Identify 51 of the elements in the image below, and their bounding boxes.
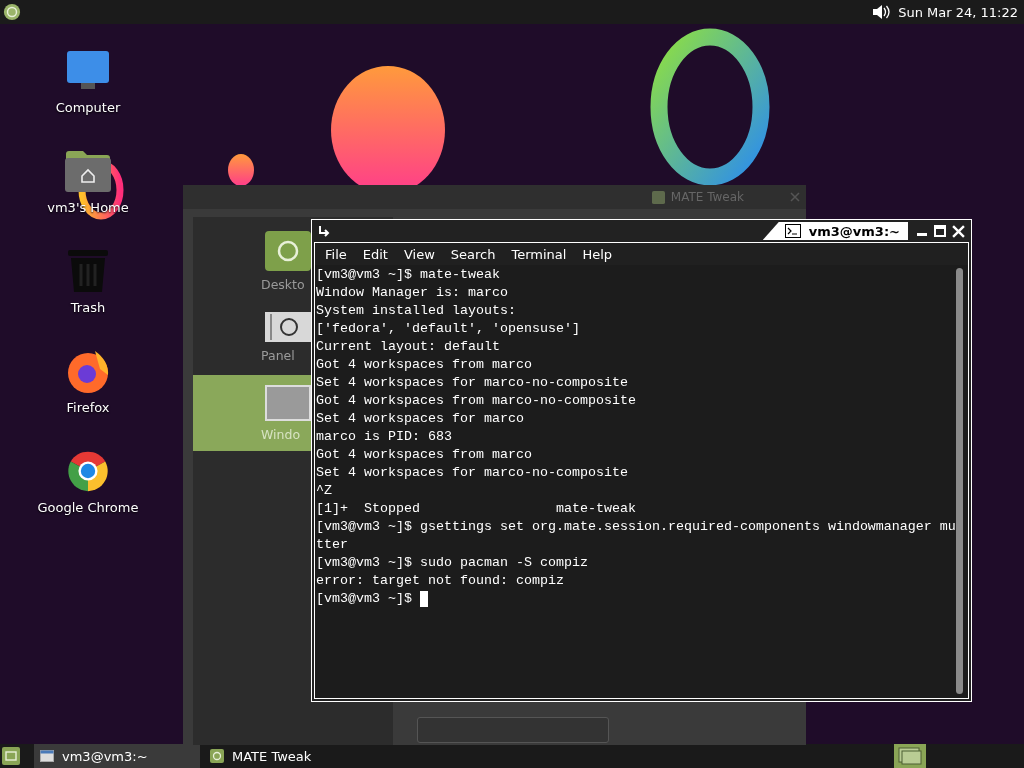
window-settings-icon — [265, 384, 311, 421]
terminal-line: System installed layouts: — [316, 302, 516, 320]
terminal-line: Current layout: default — [316, 338, 500, 356]
terminal-line: marco is PID: 683 — [316, 428, 452, 446]
sidebar-item[interactable]: Panel — [193, 299, 311, 375]
taskbar-button[interactable]: MATE Tweak — [204, 744, 370, 768]
terminal-line: Set 4 workspaces for marco — [316, 410, 524, 428]
home-folder-icon[interactable] — [65, 148, 111, 194]
menu-logo-icon[interactable] — [3, 3, 21, 21]
window-icon — [40, 750, 54, 762]
terminal-line: [1]+ Stopped mate-tweak — [316, 500, 636, 518]
window-menu-icon[interactable] — [318, 225, 330, 237]
firefox-icon[interactable] — [65, 348, 111, 394]
desktop-icon-label[interactable]: Trash — [70, 300, 106, 315]
menu-item[interactable]: Help — [574, 246, 621, 262]
terminal-line: tter — [316, 536, 348, 554]
sidebar-item[interactable]: Deskto — [193, 223, 311, 299]
app-icon — [651, 190, 665, 204]
desktop-icon-label[interactable]: Firefox — [66, 400, 110, 415]
desktop-icon-label[interactable]: Computer — [55, 100, 121, 115]
terminal-line: error: target not found: compiz — [316, 572, 564, 590]
terminal-line: Window Manager is: marco — [316, 284, 508, 302]
workspace-switcher[interactable] — [894, 744, 926, 768]
maximize-icon[interactable] — [934, 225, 946, 237]
app-icon — [210, 749, 224, 763]
terminal-line: Set 4 workspaces for marco-no-composite — [316, 464, 628, 482]
menu-item[interactable]: View — [395, 246, 443, 262]
terminal-icon — [784, 224, 801, 238]
terminal-line: [vm3@vm3 ~]$ sudo pacman -S compiz — [316, 554, 588, 572]
terminal-line: Got 4 workspaces from marco-no-composite — [316, 392, 636, 410]
desktop-icon-label[interactable]: Google Chrome — [37, 500, 139, 515]
terminal-line: Got 4 workspaces from marco — [316, 356, 532, 374]
text-cursor-icon — [420, 591, 428, 607]
panel-settings-icon — [265, 311, 311, 342]
terminal-line: ^Z — [316, 482, 332, 500]
menu-item[interactable]: File — [317, 246, 355, 262]
desktop-settings-icon — [265, 230, 311, 271]
menu-item[interactable]: Terminal — [503, 246, 575, 262]
terminal-line: ['fedora', 'default', 'opensuse'] — [316, 320, 580, 338]
terminal-line: Got 4 workspaces from marco — [316, 446, 532, 464]
terminal-line: [vm3@vm3 ~]$ gsettings set org.mate.session.required-components windowmanager mu — [316, 518, 956, 536]
terminal-line: [vm3@vm3 ~]$ — [316, 590, 413, 608]
menu-item[interactable]: Edit — [354, 246, 396, 262]
window-title: vm3@vm3:~ — [808, 223, 900, 239]
volume-icon[interactable] — [872, 4, 891, 20]
terminal-line: Set 4 workspaces for marco-no-composite — [316, 374, 628, 392]
taskbar-button-active[interactable]: vm3@vm3:~ — [34, 744, 200, 768]
scrollbar[interactable] — [956, 268, 963, 694]
clock[interactable]: Sun Mar 24, 11:22 — [898, 4, 1018, 20]
menu-item[interactable]: Search — [442, 246, 504, 262]
terminal-line: [vm3@vm3 ~]$ mate-tweak — [316, 266, 500, 284]
